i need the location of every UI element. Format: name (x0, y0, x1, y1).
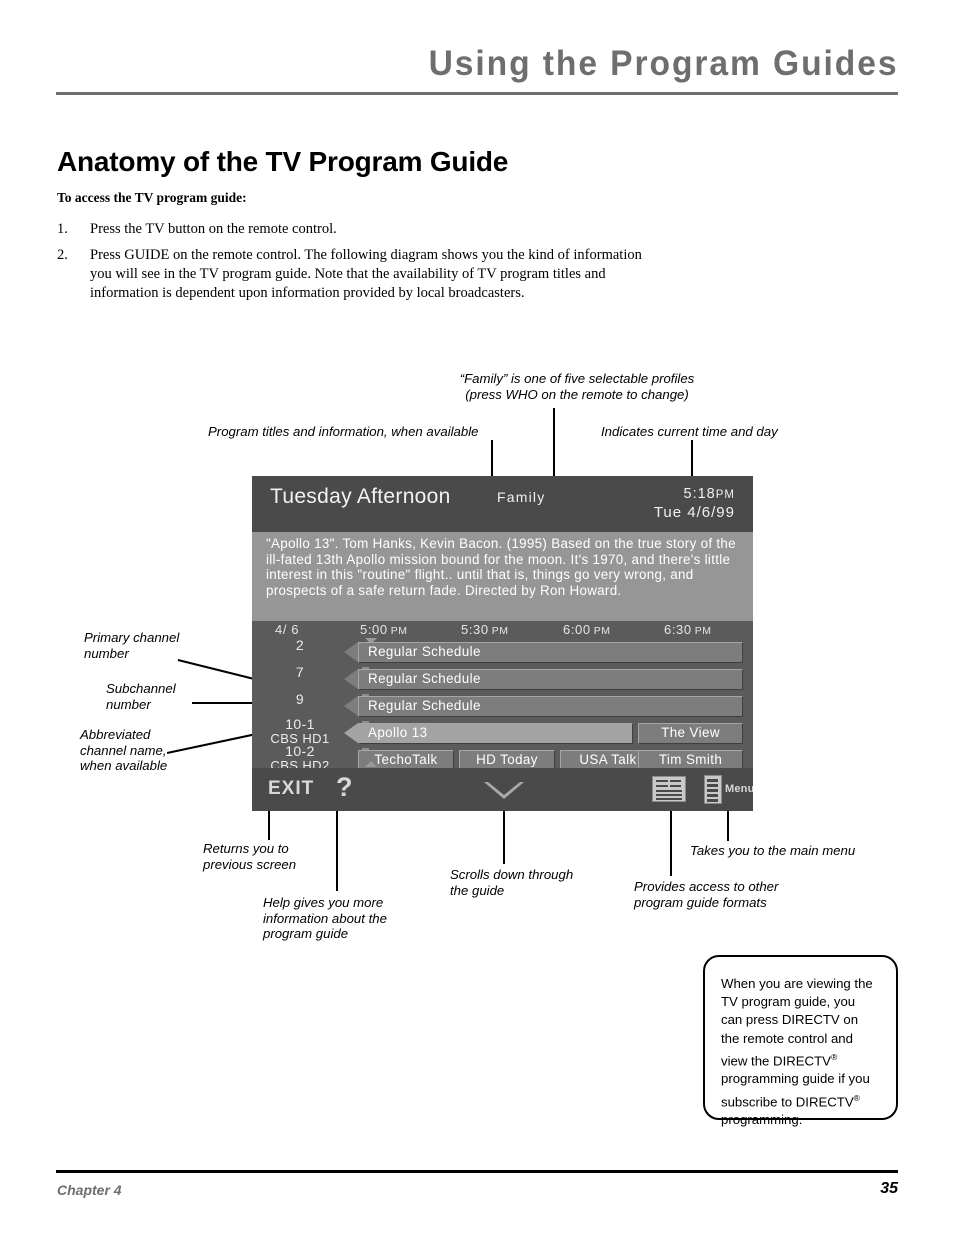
formats-icon-bar (656, 794, 682, 796)
guide-row: 7 Regular Schedule (252, 665, 753, 694)
guide-header-bar: Tuesday Afternoon Family 5:18PM Tue 4/6/… (252, 476, 753, 532)
program-cell[interactable]: Regular Schedule (358, 669, 743, 690)
footer-rule (56, 1170, 898, 1173)
time-slot: 5:30 PM (461, 622, 509, 637)
leader-line-formats (670, 811, 672, 876)
leader-line-scroll (503, 811, 506, 864)
guide-time: 5:18PM (683, 486, 735, 502)
program-continues-icon (344, 642, 358, 663)
scroll-up-indicator (365, 761, 377, 767)
note-box: When you are viewing the TV program guid… (703, 955, 898, 1127)
guide-clock: 5:18PM Tue 4/6/99 (654, 486, 735, 521)
registered-mark: ® (853, 1092, 860, 1103)
formats-icon-bar (670, 780, 681, 782)
registered-mark: ® (830, 1051, 838, 1062)
list-item-text: Press the TV button on the remote contro… (90, 221, 337, 237)
scroll-down-triangle-inner (488, 782, 520, 795)
channel-number: 10-1 (285, 716, 315, 732)
channel-number: 9 (295, 691, 305, 707)
program-cell-selected[interactable]: Apollo 13 (358, 723, 633, 744)
menu-icon-bar (707, 779, 718, 782)
guide-grid: 4/ 6 5:00 PM 5:30 PM 6:00 PM 6:30 PM 2 Regul… (252, 621, 753, 772)
tv-program-guide-screen: Tuesday Afternoon Family 5:18PM Tue 4/6/… (252, 476, 753, 811)
channel-cell: 7 (252, 665, 348, 679)
callout-program-titles: Program titles and information, when ava… (208, 424, 479, 439)
channel-number: 10-2 (285, 743, 315, 759)
header-rule (56, 92, 898, 95)
menu-icon-bar (707, 789, 718, 792)
program-cell[interactable]: The View (638, 723, 743, 744)
formats-icon-bar (656, 780, 668, 782)
menu-icon-bar (707, 794, 718, 797)
guide-grid-date: 4/ 6 (275, 622, 300, 637)
program-cell[interactable]: Regular Schedule (358, 696, 743, 717)
leader-line-help (336, 811, 338, 891)
list-item: 2. Press GUIDE on the remote control. Th… (57, 246, 667, 303)
leader-line-exit (268, 811, 270, 840)
program-cell[interactable]: Regular Schedule (358, 642, 743, 663)
menu-icon-bar (707, 799, 718, 802)
callout-returns-previous: Returns you to previous screen (203, 841, 297, 872)
callout-primary-channel: Primary channel number (84, 630, 180, 661)
time-slot: 6:00 PM (563, 622, 611, 637)
guide-row: 2 Regular Schedule (252, 638, 753, 667)
channel-number: 7 (295, 664, 305, 680)
leader-line-abbreviated-name (166, 733, 256, 754)
callout-scrolls-down: Scrolls down through the guide (450, 867, 574, 898)
page-title: Anatomy of the TV Program Guide (57, 146, 509, 177)
callout-abbreviated-name: Abbreviated channel name, when available (80, 727, 168, 773)
formats-icon-bar (656, 798, 682, 800)
list-item: 1. Press the TV button on the remote con… (57, 220, 697, 239)
running-head-text: Using the Program Guides (428, 44, 898, 83)
program-continues-icon (344, 669, 358, 690)
running-head: Using the Program Guides (0, 46, 954, 81)
program-continues-icon (344, 723, 358, 744)
list-item-number: 1. (57, 221, 68, 237)
formats-icon-bar (656, 785, 668, 787)
channel-cell: 9 (252, 692, 348, 706)
main-menu-label[interactable]: Menu (725, 783, 753, 795)
exit-button[interactable]: EXIT (268, 778, 314, 800)
intro-lead: To access the TV program guide: (57, 190, 247, 205)
callout-current-time: Indicates current time and day (601, 424, 778, 439)
guide-description: "Apollo 13". Tom Hanks, Kevin Bacon. (19… (252, 532, 753, 621)
leader-line-current-time (691, 440, 693, 476)
leader-line-family (553, 408, 555, 476)
time-slot: 5:00 PM (360, 622, 408, 637)
guide-date: Tue 4/6/99 (653, 504, 735, 521)
guide-time-ampm: PM (715, 489, 735, 501)
footer-chapter: Chapter 4 (57, 1182, 122, 1198)
channel-cell: 2 (252, 638, 348, 652)
help-question-icon[interactable]: ? (336, 772, 353, 803)
formats-icon-bar (656, 790, 682, 792)
channel-number: 2 (295, 637, 305, 653)
leader-line-main-menu (727, 811, 730, 841)
time-slot: 6:30 PM (664, 622, 712, 637)
list-item-number: 2. (57, 247, 68, 263)
formats-icon-bar (670, 785, 681, 787)
menu-icon-bar (707, 784, 718, 787)
callout-subchannel: Subchannel number (106, 681, 176, 712)
guide-formats-icon[interactable] (652, 776, 686, 802)
guide-profile-label: Family (497, 489, 546, 505)
note-text-part1: When you are viewing the TV program guid… (721, 976, 873, 1069)
list-item-text: Press GUIDE on the remote control. The f… (90, 247, 642, 301)
note-text-part3: programming. (721, 1112, 803, 1128)
note-text-part2: programming guide if you subscribe to DI… (721, 1071, 870, 1109)
main-menu-icon[interactable] (704, 775, 722, 804)
page-number: 35 (880, 1180, 898, 1197)
guide-day-label: Tuesday Afternoon (270, 485, 451, 508)
program-continues-icon (344, 696, 358, 717)
callout-main-menu: Takes you to the main menu (690, 843, 856, 858)
callout-help: Help gives you more information about th… (263, 895, 387, 941)
guide-toolbar: EXIT ? Menu (252, 768, 753, 811)
channel-cell: 10-1 CBS HD1 (252, 717, 348, 745)
callout-other-formats: Provides access to other program guide f… (634, 879, 779, 910)
callout-family-profile: “Family” is one of five selectable profi… (459, 371, 695, 402)
